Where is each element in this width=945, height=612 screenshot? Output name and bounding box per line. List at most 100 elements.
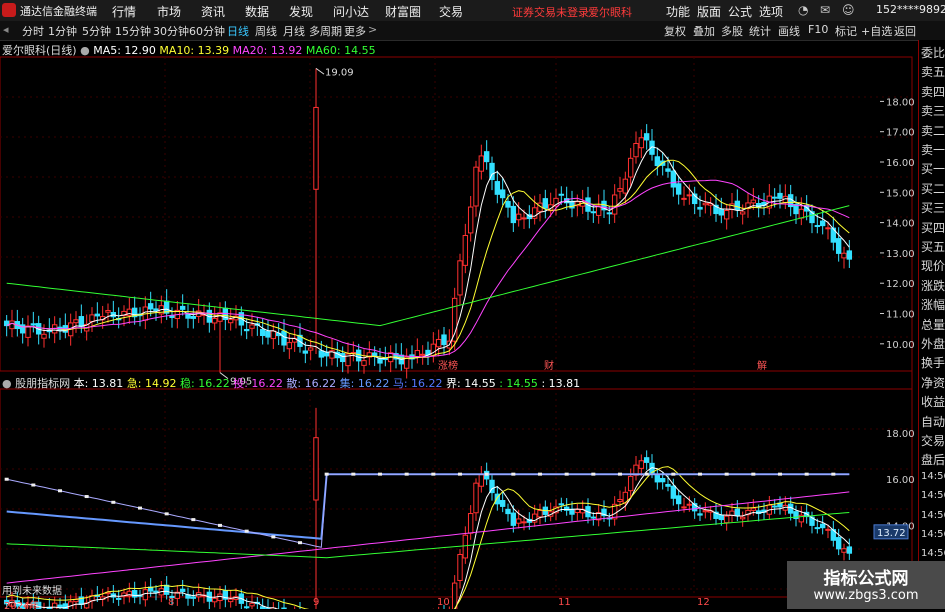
price-tick-label: 15.00 [886, 188, 915, 199]
candle-body [670, 485, 677, 499]
high-pointer [315, 67, 325, 75]
candle-body [462, 235, 469, 266]
quote-panel-item[interactable]: 收益 [921, 393, 945, 410]
candle-body [814, 527, 821, 530]
candle-body [190, 315, 197, 319]
candle-body [147, 303, 154, 310]
candle-body [846, 546, 853, 554]
candle-body [9, 320, 15, 330]
candle-body [419, 353, 426, 356]
candle-body [30, 323, 37, 326]
quote-panel-item[interactable]: 卖二 [921, 122, 945, 139]
quote-panel-item[interactable]: 盘后 [921, 451, 945, 468]
candle-body [265, 330, 271, 338]
candle-body [153, 590, 159, 593]
quote-panel-item[interactable]: 14:56 [921, 471, 945, 482]
candle-body [179, 305, 186, 310]
level-marker [751, 472, 756, 476]
candle-body [462, 534, 469, 559]
quote-panel-item[interactable]: 自动 [921, 413, 945, 430]
candle-body [558, 503, 565, 506]
level-marker [564, 472, 569, 476]
candle-body [675, 183, 682, 195]
candle-body [217, 593, 223, 602]
level-marker [458, 472, 462, 476]
candle-body [169, 315, 175, 318]
candle-body [313, 106, 319, 190]
quote-panel-item[interactable]: 换手 [921, 354, 945, 371]
candle-body [718, 208, 725, 216]
candle-body [697, 206, 703, 210]
quote-panel-item[interactable]: 委比 [921, 44, 945, 61]
level-marker [31, 483, 36, 487]
candle-body [473, 166, 479, 207]
quote-panel-item[interactable]: 14:56 [921, 529, 945, 540]
quote-panel-item[interactable]: 14:56 [921, 548, 945, 559]
candle-body [259, 328, 266, 337]
candle-body [825, 227, 831, 230]
quote-panel-item[interactable]: 买五 [921, 238, 945, 255]
candle-body [819, 220, 826, 227]
candle-body [499, 500, 506, 507]
quote-panel-item[interactable]: 14:56 [921, 510, 945, 521]
quote-panel-item[interactable]: 涨跌 [921, 277, 945, 294]
price-tick-label: 10.00 [886, 340, 915, 351]
ind-extra2: : 13.81 [541, 377, 581, 390]
quote-panel-item[interactable]: 卖五 [921, 63, 945, 80]
quote-panel-item[interactable]: 涨幅 [921, 296, 945, 313]
quote-panel-item[interactable]: 卖四 [921, 83, 945, 100]
candle-body [105, 310, 111, 313]
candle-body [457, 260, 463, 296]
candle-body [361, 360, 367, 366]
candle-body [323, 352, 330, 357]
level-marker [831, 472, 836, 476]
quote-panel-item[interactable]: 买三 [921, 199, 945, 216]
quote-panel-item[interactable]: 交易 [921, 432, 945, 449]
candle-body [142, 589, 149, 601]
candle-body [590, 211, 597, 214]
candle-body [163, 584, 170, 595]
settings-dot-icon[interactable]: ● [80, 44, 90, 57]
quote-panel-item[interactable]: 总量 [921, 316, 945, 333]
quote-panel-item[interactable]: 净资 [921, 374, 945, 391]
quote-panel-item[interactable]: 外盘 [921, 335, 945, 352]
watermark-title: 指标公式网 [823, 569, 909, 589]
kline-chart[interactable]: 18.00 17.00 16.00 15.00 14.00 13.00 12.00 11.00… [0, 0, 918, 609]
candle-body [675, 495, 682, 505]
candle-body [457, 553, 463, 581]
quote-panel-item[interactable]: 卖一 [921, 141, 945, 158]
candle-body [734, 508, 741, 516]
high-price-label: 19.09 [325, 68, 354, 79]
candle-body [643, 133, 650, 141]
settings-dot-icon[interactable]: ● [2, 377, 15, 390]
quote-side-panel: 委比卖五卖四卖三卖二卖一买一买二买三买四买五现价涨跌涨幅总量外盘换手净资收益自动… [918, 40, 945, 609]
quote-panel-item[interactable]: 现价 [921, 257, 945, 274]
price-tick-label: 17.00 [886, 128, 915, 139]
quote-panel-item[interactable]: 卖三 [921, 102, 945, 119]
quote-panel-item[interactable]: 买二 [921, 180, 945, 197]
candle-body [355, 349, 362, 362]
quote-panel-item[interactable]: 买四 [921, 219, 945, 236]
price-tick-label: 18.00 [886, 429, 915, 440]
candle-body [819, 523, 826, 529]
level-marker [218, 523, 222, 527]
candle-body [643, 457, 650, 463]
candle-body [702, 202, 709, 206]
quote-panel-item[interactable]: 买一 [921, 160, 945, 177]
candle-body [318, 350, 325, 358]
indicator-panel-frame [0, 388, 913, 598]
candle-body [510, 512, 517, 526]
candle-body [723, 515, 730, 524]
ind-wen: 稳: 16.22 [180, 377, 230, 390]
quote-panel-item[interactable]: 14:56 [921, 490, 945, 501]
candle-body [665, 168, 671, 172]
ma20-line [6, 179, 850, 358]
candle-body [686, 194, 693, 197]
candle-body [622, 178, 629, 194]
level-marker [298, 541, 302, 545]
candle-body [729, 203, 735, 211]
level-marker [404, 472, 409, 476]
candle-body [217, 312, 223, 322]
candle-body [57, 604, 63, 608]
candle-body [814, 225, 821, 228]
